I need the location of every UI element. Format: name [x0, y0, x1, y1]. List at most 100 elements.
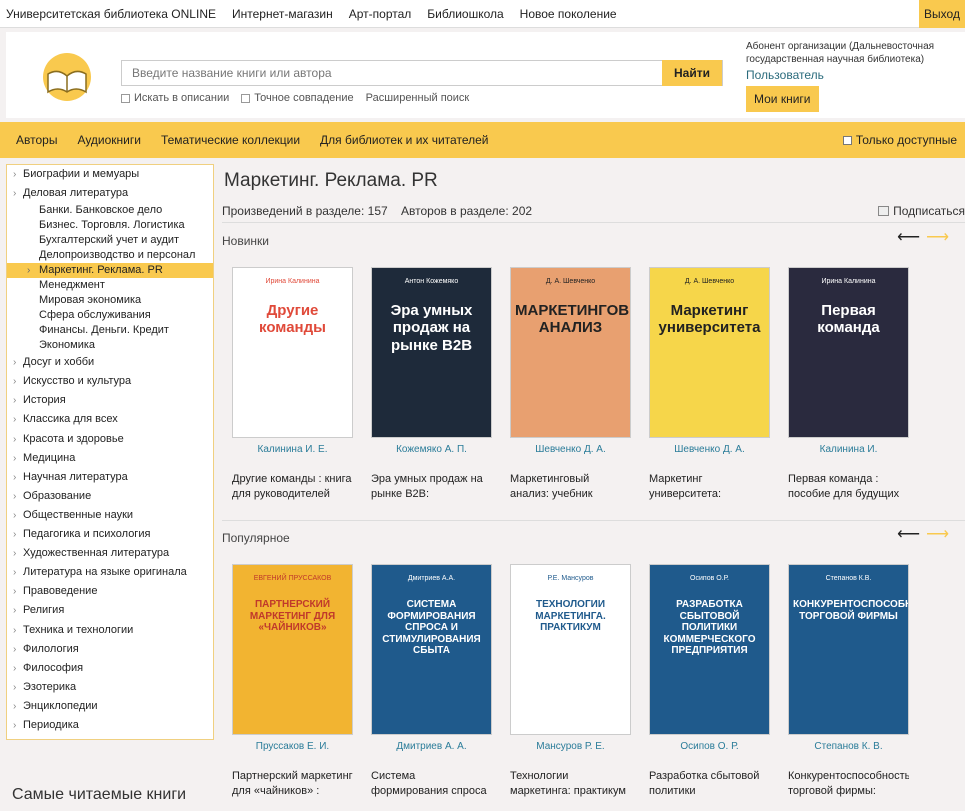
sidebar-subcategory[interactable]: Делопроизводство и персонал — [7, 248, 213, 263]
book-author-link[interactable]: Шевченко Д. А. — [649, 444, 770, 458]
user-link[interactable]: Пользователь — [746, 69, 956, 82]
book-card[interactable]: Дмитриев А.А. СИСТЕМА ФОРМИРОВАНИЯ СПРОСА… — [371, 564, 492, 799]
sidebar-subcategory[interactable]: Бизнес. Торговля. Логистика — [7, 218, 213, 233]
sidebar-subcategory[interactable]: Финансы. Деньги. Кредит — [7, 323, 213, 338]
sidebar-category[interactable]: › Классика для всех — [7, 410, 213, 429]
sidebar-category[interactable]: › Общественные науки — [7, 506, 213, 525]
sidebar-category[interactable]: › Научная литература — [7, 468, 213, 487]
book-cover[interactable]: Ирина Калинина Другие команды — [232, 267, 353, 438]
sidebar-category[interactable]: › Художественная литература — [7, 544, 213, 563]
arrow-left-icon[interactable]: ⟵ — [897, 527, 920, 543]
sidebar-category[interactable]: › Эзотерика — [7, 678, 213, 697]
sidebar-category[interactable]: › Техника и технологии — [7, 621, 213, 640]
sidebar-category[interactable]: › Периодика — [7, 716, 213, 735]
option-exact-match[interactable]: Точное совпадение — [241, 92, 354, 104]
book-author-link[interactable]: Кожемяко А. П. — [371, 444, 492, 458]
book-author-link[interactable]: Калинина И. — [788, 444, 909, 458]
book-author-link[interactable]: Шевченко Д. А. — [510, 444, 631, 458]
logout-button[interactable]: Выход — [919, 0, 965, 28]
book-title-link[interactable]: Система формирования спроса и стимулиров… — [371, 769, 492, 799]
book-author-link[interactable]: Осипов О. Р. — [649, 741, 770, 755]
book-author-link[interactable]: Степанов К. В. — [788, 741, 909, 755]
book-cover[interactable]: Р.Е. Мансуров ТЕХНОЛОГИИ МАРКЕТИНГА. ПРАК… — [510, 564, 631, 735]
book-title-link[interactable]: Разработка сбытовой политики коммерческо… — [649, 769, 770, 799]
sidebar-category[interactable]: › Энциклопедии — [7, 697, 213, 716]
sidebar-category[interactable]: › Досуг и хобби — [7, 353, 213, 372]
book-cover[interactable]: ЕВГЕНИЙ ПРУССАКОВ ПАРТНЕРСКИЙ МАРКЕТИНГ Д… — [232, 564, 353, 735]
sidebar-category[interactable]: › Религия — [7, 601, 213, 620]
book-cover[interactable]: Степанов К.В. КОНКУРЕНТОСПОСОБНОСТЬ ТОРГО… — [788, 564, 909, 735]
book-card[interactable]: Ирина Калинина Первая команда Калинина И. П… — [788, 267, 909, 502]
sidebar-subcategory[interactable]: Мировая экономика — [7, 293, 213, 308]
my-books-button[interactable]: Мои книги — [746, 86, 819, 112]
sidebar-subcategory[interactable]: Сфера обслуживания — [7, 308, 213, 323]
top-link-school[interactable]: Библиошкола — [427, 7, 503, 21]
sidebar-category[interactable]: › Педагогика и психология — [7, 525, 213, 544]
sidebar-subcategory[interactable]: › Маркетинг. Реклама. PR — [7, 263, 213, 279]
option-search-in-description[interactable]: Искать в описании — [121, 92, 229, 104]
book-title-link[interactable]: Технологии маркетинга: практикум — [510, 769, 631, 799]
sidebar-category[interactable]: › Медицина — [7, 449, 213, 468]
book-cover[interactable]: Д. А. Шевченко МАРКЕТИНГОВЫЙ АНАЛИЗ — [510, 267, 631, 438]
checkbox[interactable] — [842, 135, 852, 145]
book-card[interactable]: ЕВГЕНИЙ ПРУССАКОВ ПАРТНЕРСКИЙ МАРКЕТИНГ Д… — [232, 564, 353, 799]
search-input[interactable]: Введите название книги или автора — [132, 61, 652, 85]
cat-collections[interactable]: Тематические коллекции — [161, 133, 300, 147]
book-author-link[interactable]: Калинина И. Е. — [232, 444, 353, 458]
sidebar-category[interactable]: › Философия — [7, 659, 213, 678]
book-card[interactable]: Осипов О.Р. РАЗРАБОТКА СБЫТОВОЙ ПОЛИТИКИ … — [649, 564, 770, 799]
arrow-right-icon[interactable]: ⟶ — [926, 230, 949, 246]
sidebar-category[interactable]: › Правоведение — [7, 582, 213, 601]
sidebar-category[interactable]: › Деловая литература — [7, 184, 213, 203]
book-card[interactable]: Д. А. Шевченко МАРКЕТИНГОВЫЙ АНАЛИЗ Шевчен… — [510, 267, 631, 502]
subscribe-link[interactable]: Подписаться — [878, 204, 965, 218]
book-author-link[interactable]: Пруссаков Е. И. — [232, 741, 353, 755]
book-cover[interactable]: Д. А. Шевченко Маркетинг университета — [649, 267, 770, 438]
library-logo-icon[interactable] — [36, 52, 98, 102]
book-card[interactable]: Ирина Калинина Другие команды Калинина И. … — [232, 267, 353, 502]
cat-authors[interactable]: Авторы — [16, 133, 57, 147]
top-link-new-gen[interactable]: Новое поколение — [520, 7, 617, 21]
top-link-shop[interactable]: Интернет-магазин — [232, 7, 333, 21]
book-cover[interactable]: Ирина Калинина Первая команда — [788, 267, 909, 438]
top-link-art[interactable]: Арт-портал — [349, 7, 412, 21]
sidebar-category[interactable]: › Образование — [7, 487, 213, 506]
book-card[interactable]: Д. А. Шевченко Маркетинг университета Шевч… — [649, 267, 770, 502]
cover-author: Осипов О.Р. — [690, 575, 729, 582]
book-title-link[interactable]: Первая команда : пособие для будущих лид… — [788, 472, 909, 502]
book-card[interactable]: Антон Кожемяко Эра умных продаж на рынке … — [371, 267, 492, 502]
book-card[interactable]: Степанов К.В. КОНКУРЕНТОСПОСОБНОСТЬ ТОРГО… — [788, 564, 909, 799]
sidebar-category[interactable]: › Литература на языке оригинала — [7, 563, 213, 582]
checkbox[interactable] — [241, 93, 251, 103]
sidebar-subcategory[interactable]: Экономика — [7, 338, 213, 353]
book-title-link[interactable]: Маркетинговый анализ: учебник — [510, 472, 631, 502]
sidebar-category[interactable]: › Филология — [7, 640, 213, 659]
book-title-link[interactable]: Другие команды : книга для руководителей… — [232, 472, 353, 502]
checkbox[interactable] — [121, 93, 130, 103]
sidebar-subcategory[interactable]: Бухгалтерский учет и аудит — [7, 233, 213, 248]
cat-audiobooks[interactable]: Аудиокниги — [77, 133, 141, 147]
cat-for-libraries[interactable]: Для библиотек и их читателей — [320, 133, 488, 147]
book-card[interactable]: Р.Е. Мансуров ТЕХНОЛОГИИ МАРКЕТИНГА. ПРАК… — [510, 564, 631, 799]
sidebar-category[interactable]: › Биографии и мемуары — [7, 165, 213, 184]
only-available-toggle[interactable]: Только доступные — [842, 122, 957, 158]
sidebar-subcategory[interactable]: Менеджмент — [7, 278, 213, 293]
sidebar-subcategory[interactable]: Банки. Банковское дело — [7, 203, 213, 218]
book-author-link[interactable]: Дмитриев А. А. — [371, 741, 492, 755]
arrow-right-icon[interactable]: ⟶ — [926, 527, 949, 543]
book-cover[interactable]: Антон Кожемяко Эра умных продаж на рынке … — [371, 267, 492, 438]
sidebar-category[interactable]: › Красота и здоровье — [7, 430, 213, 449]
search-button[interactable]: Найти — [662, 60, 722, 86]
book-title-link[interactable]: Партнерский маркетинг для «чайников» : о… — [232, 769, 353, 799]
book-author-link[interactable]: Мансуров Р. Е. — [510, 741, 631, 755]
sidebar-category[interactable]: › Искусство и культура — [7, 372, 213, 391]
book-cover[interactable]: Осипов О.Р. РАЗРАБОТКА СБЫТОВОЙ ПОЛИТИКИ … — [649, 564, 770, 735]
book-title-link[interactable]: Конкурентоспособность торговой фирмы: мо… — [788, 769, 909, 799]
advanced-search-link[interactable]: Расширенный поиск — [366, 92, 470, 104]
sidebar-category[interactable]: › История — [7, 391, 213, 410]
book-title-link[interactable]: Маркетинг университета: монография — [649, 472, 770, 502]
book-cover[interactable]: Дмитриев А.А. СИСТЕМА ФОРМИРОВАНИЯ СПРОСА… — [371, 564, 492, 735]
book-title-link[interactable]: Эра умных продаж на рынке B2B: практичес… — [371, 472, 492, 502]
top-link-ub[interactable]: Университетская библиотека ONLINE — [6, 7, 216, 21]
arrow-left-icon[interactable]: ⟵ — [897, 230, 920, 246]
